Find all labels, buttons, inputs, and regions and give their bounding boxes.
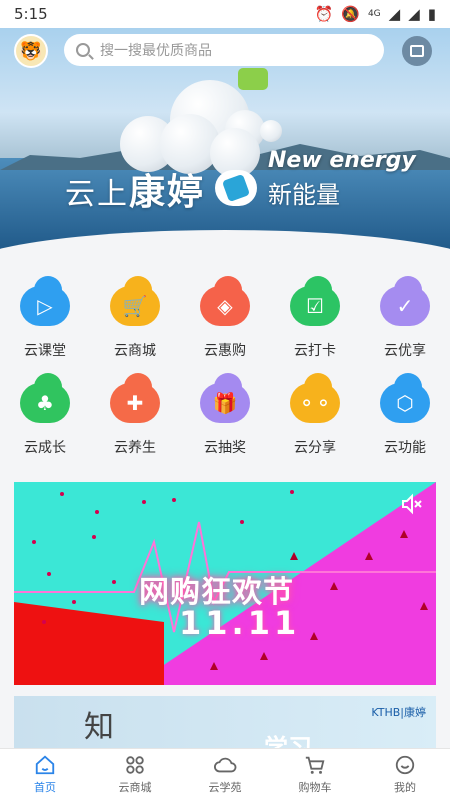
grid-item-cloud-checkin[interactable]: ☑ 云打卡 (270, 276, 360, 373)
mute-icon: 🔕 (341, 5, 360, 23)
shield-check-icon: ✓ (380, 276, 430, 326)
hero-tagline-cn: 新能量 (268, 181, 340, 209)
battery-icon: ▮ (427, 5, 436, 23)
grid-item-label: 云功能 (384, 440, 426, 456)
tree-icon: ♣ (20, 373, 70, 423)
cube-icon: ⬡ (380, 373, 430, 423)
hero-title-main: 康婷 (129, 172, 206, 213)
tab-cart[interactable]: 购物车 (270, 749, 360, 800)
status-time: 5:15 (14, 5, 48, 23)
grid-item-label: 云养生 (114, 440, 156, 456)
grid-item-label: 云课堂 (24, 343, 66, 359)
grid-item-label: 云抽奖 (204, 440, 246, 456)
grid-item-label: 云打卡 (294, 343, 336, 359)
message-button[interactable] (402, 36, 432, 66)
grid-item-cloud-deals[interactable]: ◈ 云惠购 (180, 276, 270, 373)
gift-icon: 🎁 (200, 373, 250, 423)
signal-icon: ◢ (388, 5, 401, 23)
function-grid: ▷ 云课堂 🛒 云商城 ◈ 云惠购 ☑ 云打卡 ✓ 云优享 ♣ 云成长 ✚ 云养… (0, 276, 450, 470)
top-bar: 🐯 搜一搜最优质商品 (0, 34, 450, 68)
grid-item-cloud-wellness[interactable]: ✚ 云养生 (90, 373, 180, 470)
hero-cloud (260, 120, 282, 142)
cart-icon (303, 754, 327, 776)
mute-sound-icon[interactable] (400, 492, 424, 516)
status-bar: 5:15 ⏰ 🔕 4G ◢ ◢ ▮ (0, 0, 450, 28)
message-icon (410, 45, 424, 57)
bottom-tab-bar: 首页 云商城 云学苑 购物车 我的 (0, 748, 450, 800)
promo2-word: 学习 (264, 734, 312, 748)
hero-tagline-en: New energy (268, 148, 416, 173)
grid-row: ▷ 云课堂 🛒 云商城 ◈ 云惠购 ☑ 云打卡 ✓ 云优享 (0, 276, 450, 373)
tab-home[interactable]: 首页 (0, 749, 90, 800)
play-icon: ▷ (20, 276, 70, 326)
grid-item-cloud-features[interactable]: ⬡ 云功能 (360, 373, 450, 470)
network-label: 4G (367, 9, 381, 19)
share-icon: ⚬⚬ (290, 373, 340, 423)
signal-2-icon: ◢ (408, 5, 420, 23)
hero-badge-icon (215, 170, 257, 206)
grid-item-cloud-growth[interactable]: ♣ 云成长 (0, 373, 90, 470)
avatar[interactable]: 🐯 (14, 34, 48, 68)
tab-label: 我的 (394, 781, 416, 794)
grid-item-label: 云惠购 (204, 343, 246, 359)
brand-logo: KTHB|康婷 (371, 706, 426, 719)
grid-icon (123, 754, 147, 776)
tab-label: 首页 (34, 781, 56, 794)
grid-item-cloud-share[interactable]: ⚬⚬ 云分享 (270, 373, 360, 470)
grid-item-label: 云商城 (114, 343, 156, 359)
grid-item-label: 云成长 (24, 440, 66, 456)
search-input[interactable]: 搜一搜最优质商品 (64, 34, 384, 66)
grid-row: ♣ 云成长 ✚ 云养生 🎁 云抽奖 ⚬⚬ 云分享 ⬡ 云功能 (0, 373, 450, 470)
cloud-icon (213, 754, 237, 776)
tag-icon: ◈ (200, 276, 250, 326)
calendar-check-icon: ☑ (290, 276, 340, 326)
hero-title-prefix: 云上 (65, 177, 129, 212)
grid-item-cloud-lottery[interactable]: 🎁 云抽奖 (180, 373, 270, 470)
grid-item-cloud-classroom[interactable]: ▷ 云课堂 (0, 276, 90, 373)
search-placeholder: 搜一搜最优质商品 (100, 43, 212, 59)
alarm-icon: ⏰ (314, 5, 334, 23)
smile-icon (393, 754, 417, 776)
promo-date: 11.11 (179, 604, 301, 642)
search-icon (76, 43, 90, 57)
tab-mine[interactable]: 我的 (360, 749, 450, 800)
promo-banner-2[interactable]: 知 KTHB|康婷 学习 (14, 696, 436, 748)
promo-video-banner[interactable]: 网购狂欢节 11.11 (14, 482, 436, 685)
status-icons: ⏰ 🔕 4G ◢ ◢ ▮ (315, 5, 436, 23)
promo2-big-char: 知 (84, 710, 114, 745)
tab-cloud-academy[interactable]: 云学苑 (180, 749, 270, 800)
tab-label: 购物车 (298, 781, 332, 794)
grid-item-label: 云分享 (294, 440, 336, 456)
health-bag-icon: ✚ (110, 373, 160, 423)
grid-item-label: 云优享 (384, 343, 426, 359)
tab-label: 云商城 (118, 781, 152, 794)
tab-label: 云学苑 (208, 781, 242, 794)
home-icon (33, 754, 57, 776)
hero-title: 云上康婷 (65, 163, 205, 215)
cart-icon: 🛒 (110, 276, 160, 326)
grid-item-cloud-premium[interactable]: ✓ 云优享 (360, 276, 450, 373)
tab-cloud-mall[interactable]: 云商城 (90, 749, 180, 800)
envelope-icon (238, 68, 268, 90)
grid-item-cloud-mall[interactable]: 🛒 云商城 (90, 276, 180, 373)
